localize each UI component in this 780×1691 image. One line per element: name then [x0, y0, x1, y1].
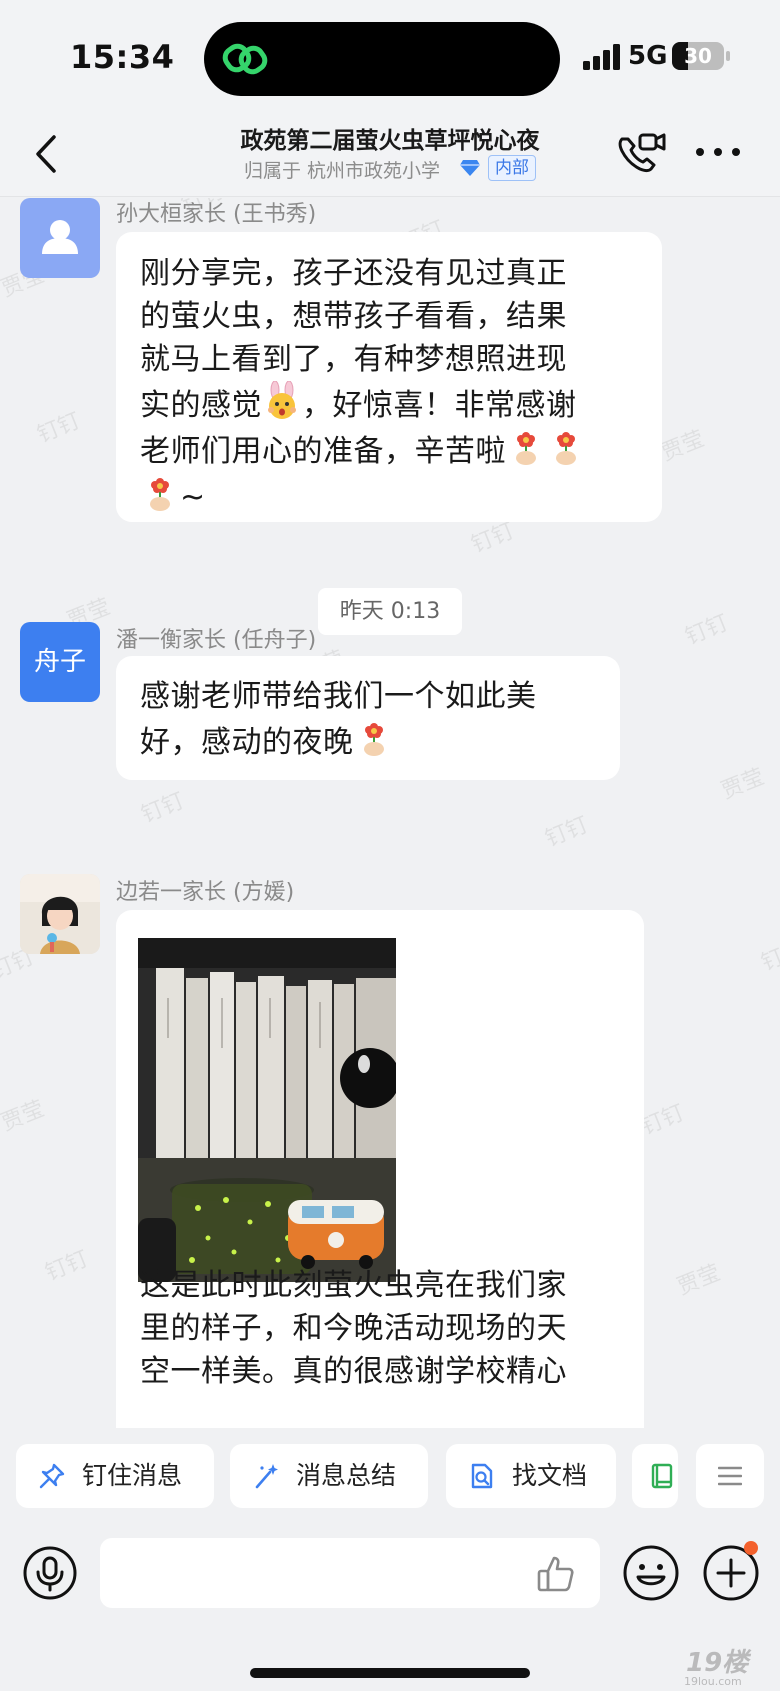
- message-line: 就马上看到了，有种梦想照进现: [140, 342, 567, 377]
- message-bubble[interactable]: 这是此时此刻萤火虫亮在我们家 里的样子，和今晚活动现场的天 空一样美。真的很感谢…: [116, 910, 644, 1428]
- notebook-icon: [651, 1463, 673, 1489]
- signal-icon: [583, 44, 620, 70]
- message-line: 里的样子，和今晚活动现场的天: [140, 1311, 567, 1346]
- magic-wand-icon: [255, 1464, 278, 1489]
- watermark: 钉钉: [541, 812, 593, 853]
- status-bar: 15:34 5G 30: [0, 0, 780, 115]
- find-docs-button[interactable]: 找文档: [446, 1444, 616, 1508]
- sender-name: 孙大桓家长 (王书秀): [116, 202, 317, 227]
- internal-tag: 内部: [488, 155, 536, 181]
- message-bubble[interactable]: 感谢老师带给我们一个如此美 好，感动的夜晚: [116, 656, 620, 780]
- watermark: 钉钉: [41, 1246, 93, 1287]
- chat-area[interactable]: 钉钉 钉钉 贾莹 钉钉 贾莹 钉钉 贾莹 钉钉 贾莹 贾莹 钉钉 钉钉 钉钉 钉…: [0, 198, 780, 1428]
- summarize-label: 消息总结: [296, 1461, 397, 1490]
- avatar[interactable]: 舟子: [20, 622, 100, 702]
- verified-diamond-icon: [460, 160, 480, 176]
- message-line: 刚分享完，孩子还没有见过真正: [140, 256, 567, 291]
- more-actions-button[interactable]: [696, 1444, 764, 1508]
- bunny-surprised-emoji-icon: [268, 381, 296, 419]
- flower-hand-emoji-icon: [150, 478, 170, 511]
- link-icon: [222, 43, 268, 75]
- flower-hand-emoji-icon: [363, 723, 384, 756]
- message-text-block: 这是此时此刻萤火虫亮在我们家 里的样子，和今晚活动现场的天 空一样美。真的很感谢…: [140, 1264, 630, 1393]
- battery-cap: [726, 51, 730, 61]
- message-line: 实的感觉 ，好惊喜！非常感谢: [140, 381, 638, 427]
- group-subtitle: 归属于 杭州市政苑小学: [244, 160, 441, 182]
- pin-message-label: 钉住消息: [82, 1461, 183, 1490]
- child-photo-icon: [20, 874, 100, 954]
- message-text: ，好惊喜！非常感谢: [302, 388, 577, 423]
- notification-dot: [744, 1541, 758, 1555]
- firefly-jar-photo[interactable]: [138, 938, 396, 1282]
- watermark: 钉钉: [33, 408, 85, 449]
- message-line: 感谢老师带给我们一个如此美: [140, 679, 537, 714]
- avatar[interactable]: [20, 198, 100, 278]
- watermark: 钉钉: [137, 788, 189, 829]
- status-time: 15:34: [70, 38, 175, 76]
- message-bubble[interactable]: 刚分享完，孩子还没有见过真正 的萤火虫，想带孩子看看，结果 就马上看到了，有种梦…: [116, 232, 662, 522]
- message-line: ~: [140, 473, 638, 519]
- sender-name: 边若一家长 (方媛): [116, 880, 295, 905]
- thumbs-up-icon[interactable]: [536, 1554, 576, 1594]
- dynamic-island: [204, 22, 560, 96]
- home-indicator[interactable]: [250, 1668, 530, 1678]
- message-text: ~: [180, 480, 206, 515]
- avatar[interactable]: [20, 874, 100, 954]
- pin-icon: [39, 1463, 65, 1489]
- battery-icon: 30: [672, 42, 724, 70]
- message-line: 好，感动的夜晚: [140, 718, 596, 764]
- watermark: 贾莹: [657, 426, 709, 467]
- emoji-icon[interactable]: [622, 1544, 680, 1602]
- watermark: 贾莹: [673, 1260, 725, 1301]
- network-type: 5G: [628, 41, 668, 71]
- sender-name: 潘一衡家长 (任舟子): [116, 628, 317, 653]
- chat-header: 政苑第二届萤火虫草坪悦心夜 归属于 杭州市政苑小学 内部: [0, 115, 780, 197]
- brand-watermark-sub: 19lou.com: [684, 1675, 742, 1688]
- message-line: 空一样美。真的很感谢学校精心: [140, 1354, 567, 1389]
- input-bar: 19楼 19lou.com: [0, 1528, 780, 1691]
- doc-search-icon: [471, 1463, 493, 1489]
- watermark: 贾莹: [0, 1096, 49, 1137]
- battery-percent: 30: [684, 44, 712, 68]
- message-input[interactable]: [100, 1538, 600, 1608]
- quick-action-bar: 钉住消息 消息总结 找文档: [0, 1428, 780, 1528]
- time-divider: 昨天 0:13: [318, 588, 462, 635]
- more-icon[interactable]: [694, 145, 742, 159]
- pin-message-button[interactable]: 钉住消息: [16, 1444, 214, 1508]
- watermark: 钉钉: [681, 610, 733, 651]
- flower-hand-emoji-icon: [556, 432, 576, 465]
- flower-hand-emoji-icon: [516, 432, 536, 465]
- brand-watermark: 19楼: [686, 1648, 749, 1678]
- microphone-icon[interactable]: [22, 1545, 78, 1601]
- watermark: 钉钉: [757, 936, 780, 977]
- notebook-button[interactable]: [632, 1444, 678, 1508]
- message-text: 实的感觉: [140, 388, 262, 423]
- menu-icon: [718, 1466, 742, 1486]
- message-text: 老师们用心的准备，辛苦啦: [140, 434, 506, 469]
- message-line: 老师们用心的准备，辛苦啦: [140, 427, 638, 473]
- watermark: 贾莹: [717, 764, 769, 805]
- message-text: 好，感动的夜晚: [140, 725, 354, 760]
- video-call-icon[interactable]: [614, 129, 666, 177]
- message-line: 这是此时此刻萤火虫亮在我们家: [140, 1268, 567, 1303]
- message-line: 的萤火虫，想带孩子看看，结果: [140, 299, 567, 334]
- summarize-messages-button[interactable]: 消息总结: [230, 1444, 428, 1508]
- find-docs-label: 找文档: [512, 1461, 588, 1490]
- default-user-icon: [42, 220, 78, 254]
